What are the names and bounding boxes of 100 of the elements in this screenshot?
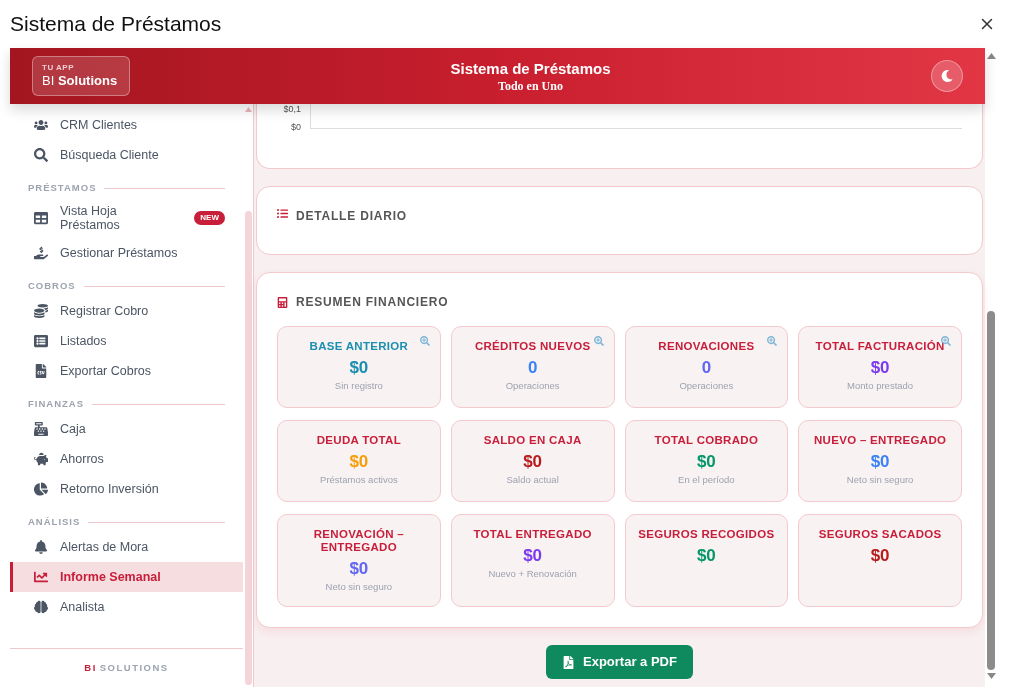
metric-caption: Sin registro xyxy=(334,380,383,392)
sidebar-item[interactable]: Gestionar Préstamos xyxy=(10,238,243,268)
metric-value: $0 xyxy=(349,357,369,379)
app-title: Sistema de Préstamos xyxy=(450,59,611,79)
table-icon xyxy=(34,211,48,225)
metric-value: $0 xyxy=(870,357,890,379)
zoom-icon[interactable] xyxy=(593,336,604,346)
dialog-title: Sistema de Préstamos xyxy=(10,11,222,38)
metric-title: BASE ANTERIOR xyxy=(309,340,409,353)
sidebar-item[interactable]: Búsqueda Cliente xyxy=(10,140,243,170)
item-label: Vista Hoja Préstamos xyxy=(60,204,121,232)
export-pdf-button[interactable]: Exportar a PDF xyxy=(546,645,693,679)
piggy-bank-icon xyxy=(34,452,48,466)
file-icon xyxy=(34,364,48,378)
footer-brand: BI xyxy=(84,660,97,675)
metric-value: $0 xyxy=(349,558,369,580)
sidebar-item[interactable]: Vista Hoja Préstamos NEW xyxy=(10,198,243,238)
metric-title: TOTAL ENTREGADO xyxy=(473,528,592,541)
metric-caption: Monto prestado xyxy=(847,380,914,392)
item-label: Búsqueda Cliente xyxy=(60,148,160,162)
item-label: Informe Semanal xyxy=(60,570,162,584)
hand-money-icon xyxy=(34,246,48,260)
item-label: Retorno Inversión xyxy=(60,482,160,496)
metric-title: RENOVACIONES xyxy=(658,340,755,353)
cash-register-icon xyxy=(34,422,48,436)
app-subtitle: Todo en Uno xyxy=(498,79,563,93)
metric-value: 0 xyxy=(527,357,538,379)
metric-caption: Préstamos activos xyxy=(320,474,398,486)
page-scrollbar-thumb[interactable] xyxy=(987,311,995,670)
section-heading: COBROS xyxy=(28,278,76,293)
metric-caption: Nuevo + Renovación xyxy=(488,568,577,580)
coins-icon xyxy=(34,304,48,318)
item-label: Ahorros xyxy=(60,452,105,466)
new-badge: NEW xyxy=(194,211,225,225)
metric-value: 0 xyxy=(701,357,712,379)
metric-value: $0 xyxy=(349,451,369,473)
scroll-down-icon[interactable] xyxy=(986,673,996,679)
item-label: Listados xyxy=(60,334,108,348)
sidebar-item[interactable]: Analista xyxy=(10,592,243,622)
sidebar-item[interactable]: Registrar Cobro xyxy=(10,296,243,326)
pdf-file-icon xyxy=(562,655,576,669)
card-title: RESUMEN FINANCIERO xyxy=(296,294,449,311)
sidebar-item[interactable]: Alertas de Mora xyxy=(10,532,243,562)
list-icon xyxy=(34,334,48,348)
item-label: Registrar Cobro xyxy=(60,304,150,318)
metric-title: DEUDA TOTAL xyxy=(316,434,401,447)
metric-title: TOTAL COBRADO xyxy=(654,434,759,447)
metric-title: RENOVACIÓN – ENTREGADO xyxy=(312,528,405,554)
item-label: Analista xyxy=(60,600,106,614)
item-label: Exportar Cobros xyxy=(60,364,152,378)
sidebar-item[interactable]: Exportar Cobros xyxy=(10,356,243,386)
metric-title: CRÉDITOS NUEVOS xyxy=(474,340,591,353)
sidebar-item[interactable]: Ahorros xyxy=(10,444,243,474)
people-icon xyxy=(34,118,48,132)
search-icon xyxy=(34,148,48,162)
metric-value: $0 xyxy=(870,451,890,473)
y-tick-label: $0,1 xyxy=(283,104,301,114)
metric-caption: Saldo actual xyxy=(506,474,559,486)
item-label: CRM Clientes xyxy=(60,118,139,132)
metric-value: $0 xyxy=(696,451,716,473)
zoom-icon[interactable] xyxy=(419,336,430,346)
section-heading: PRÉSTAMOS xyxy=(28,180,97,195)
metric-title: SALDO EN CAJA xyxy=(483,434,582,447)
metric-caption: En el período xyxy=(678,474,735,486)
card-title: DETALLE DIARIO xyxy=(296,208,407,225)
metric-title: NUEVO – ENTREGADO xyxy=(814,434,947,447)
sidebar-item[interactable]: CRM Clientes xyxy=(10,110,243,140)
sidebar-item[interactable]: Retorno Inversión xyxy=(10,474,243,504)
metric-value: $0 xyxy=(523,451,543,473)
logo-caption: TU APP xyxy=(42,63,76,73)
calculator-icon xyxy=(277,296,288,308)
logo-text: BI Solutions xyxy=(42,73,119,89)
theme-toggle-button[interactable] xyxy=(931,60,963,92)
metric-caption: Operaciones xyxy=(505,380,560,392)
metric-title: SEGUROS RECOGIDOS xyxy=(638,528,775,541)
section-heading: FINANZAS xyxy=(28,396,85,411)
item-label: Caja xyxy=(60,422,87,436)
metric-value: $0 xyxy=(523,545,543,567)
section-heading: ANÁLISIS xyxy=(28,514,81,529)
pie-chart-icon xyxy=(34,482,48,496)
item-label: Gestionar Préstamos xyxy=(60,246,179,260)
sidebar-item[interactable]: Informe Semanal xyxy=(10,562,243,592)
metric-value: $0 xyxy=(696,545,716,567)
sidebar-item[interactable]: Listados xyxy=(10,326,243,356)
item-label: Alertas de Mora xyxy=(60,540,150,554)
metric-caption: Neto sin seguro xyxy=(846,474,914,486)
zoom-icon[interactable] xyxy=(767,336,778,346)
sidebar-item[interactable]: Caja xyxy=(10,414,243,444)
metric-value: $0 xyxy=(870,545,890,567)
sidebar-scrollbar-thumb[interactable] xyxy=(244,211,252,685)
metric-caption: Neto sin seguro xyxy=(325,581,393,593)
moon-icon xyxy=(941,70,953,82)
list-icon xyxy=(277,208,288,219)
bell-icon xyxy=(34,540,48,554)
metric-title: SEGUROS SACADOS xyxy=(818,528,942,541)
line-chart-icon xyxy=(34,570,48,584)
y-tick-label: $0 xyxy=(291,122,301,132)
scroll-up-icon[interactable] xyxy=(986,53,996,59)
metric-title: TOTAL FACTURACIÓN xyxy=(815,340,945,353)
footer-text: SOLUTIONS xyxy=(99,660,169,675)
